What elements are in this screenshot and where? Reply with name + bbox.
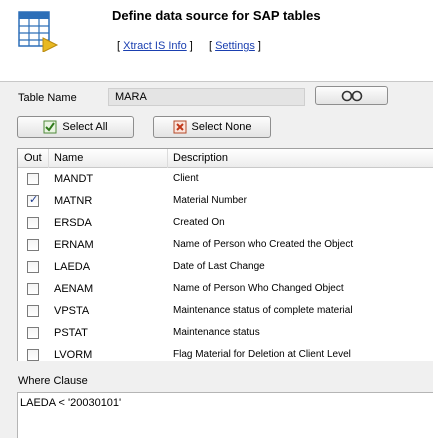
column-header-name[interactable]: Name bbox=[54, 152, 83, 164]
field-name: VPSTA bbox=[54, 305, 90, 317]
xtract-is-info-link[interactable]: Xtract IS Info bbox=[123, 40, 187, 52]
header-links: [ Xtract IS Info ] [ Settings ] bbox=[117, 40, 261, 52]
table-row[interactable]: VPSTA Maintenance status of complete mate… bbox=[18, 300, 433, 322]
table-row[interactable]: MANDT Client bbox=[18, 168, 433, 190]
table-lookup-button[interactable] bbox=[315, 86, 388, 105]
column-header-description[interactable]: Description bbox=[173, 152, 228, 164]
field-description: Created On bbox=[173, 217, 225, 228]
table-row[interactable]: LAEDA Date of Last Change bbox=[18, 256, 433, 278]
field-description: Client bbox=[173, 173, 199, 184]
output-checkbox[interactable] bbox=[27, 239, 39, 251]
table-row[interactable]: ERSDA Created On bbox=[18, 212, 433, 234]
column-header-out[interactable]: Out bbox=[24, 152, 42, 164]
table-row[interactable]: PSTAT Maintenance status bbox=[18, 322, 433, 344]
uncheck-all-icon bbox=[173, 120, 187, 134]
table-row[interactable]: ERNAM Name of Person who Created the Obje… bbox=[18, 234, 433, 256]
output-checkbox[interactable] bbox=[27, 173, 39, 185]
field-name: LAEDA bbox=[54, 261, 91, 273]
output-checkbox[interactable] bbox=[27, 283, 39, 295]
output-checkbox[interactable] bbox=[27, 327, 39, 339]
select-all-button[interactable]: Select All bbox=[17, 116, 134, 138]
field-description: Flag Material for Deletion at Client Lev… bbox=[173, 349, 351, 360]
output-checkbox[interactable] bbox=[27, 261, 39, 273]
select-none-label: Select None bbox=[191, 121, 252, 133]
field-description: Name of Person Who Changed Object bbox=[173, 283, 344, 294]
output-checkbox[interactable] bbox=[27, 349, 39, 361]
settings-link[interactable]: Settings bbox=[215, 40, 255, 52]
field-name: PSTAT bbox=[54, 327, 88, 339]
field-description: Material Number bbox=[173, 195, 247, 206]
table-row[interactable]: AENAM Name of Person Who Changed Object bbox=[18, 278, 433, 300]
where-clause-input[interactable]: LAEDA < '20030101' bbox=[17, 392, 433, 438]
columns-grid[interactable]: Out Name Description MANDT Client MATNR Mat… bbox=[17, 148, 433, 361]
output-checkbox[interactable] bbox=[27, 193, 39, 207]
field-name: AENAM bbox=[54, 283, 94, 295]
binoculars-icon bbox=[341, 90, 362, 101]
output-checkbox[interactable] bbox=[27, 305, 39, 317]
field-description: Date of Last Change bbox=[173, 261, 265, 272]
field-description: Name of Person who Created the Object bbox=[173, 239, 354, 250]
table-row[interactable]: MATNR Material Number bbox=[18, 190, 433, 212]
table-row[interactable]: LVORM Flag Material for Deletion at Clien… bbox=[18, 344, 433, 361]
field-description: Maintenance status bbox=[173, 327, 260, 338]
field-name: LVORM bbox=[54, 349, 93, 361]
table-name-label: Table Name bbox=[18, 92, 77, 104]
dialog-header: Define data source for SAP tables [ Xtra… bbox=[0, 0, 433, 82]
dialog-title: Define data source for SAP tables bbox=[112, 8, 321, 23]
table-icon bbox=[18, 11, 59, 52]
field-description: Maintenance status of complete material bbox=[173, 305, 353, 316]
select-all-label: Select All bbox=[62, 121, 108, 133]
field-name: ERSDA bbox=[54, 217, 92, 229]
output-checkbox[interactable] bbox=[27, 217, 39, 229]
field-name: MANDT bbox=[54, 173, 94, 185]
select-none-button[interactable]: Select None bbox=[153, 116, 271, 138]
check-all-icon bbox=[43, 120, 57, 134]
field-name: ERNAM bbox=[54, 239, 94, 251]
grid-header: Out Name Description bbox=[18, 149, 433, 168]
field-name: MATNR bbox=[54, 195, 93, 207]
where-clause-label: Where Clause bbox=[18, 375, 88, 387]
grid-body: MANDT Client MATNR Material Number ERSDA Crea… bbox=[18, 168, 433, 361]
table-name-field: MARA bbox=[108, 88, 305, 106]
